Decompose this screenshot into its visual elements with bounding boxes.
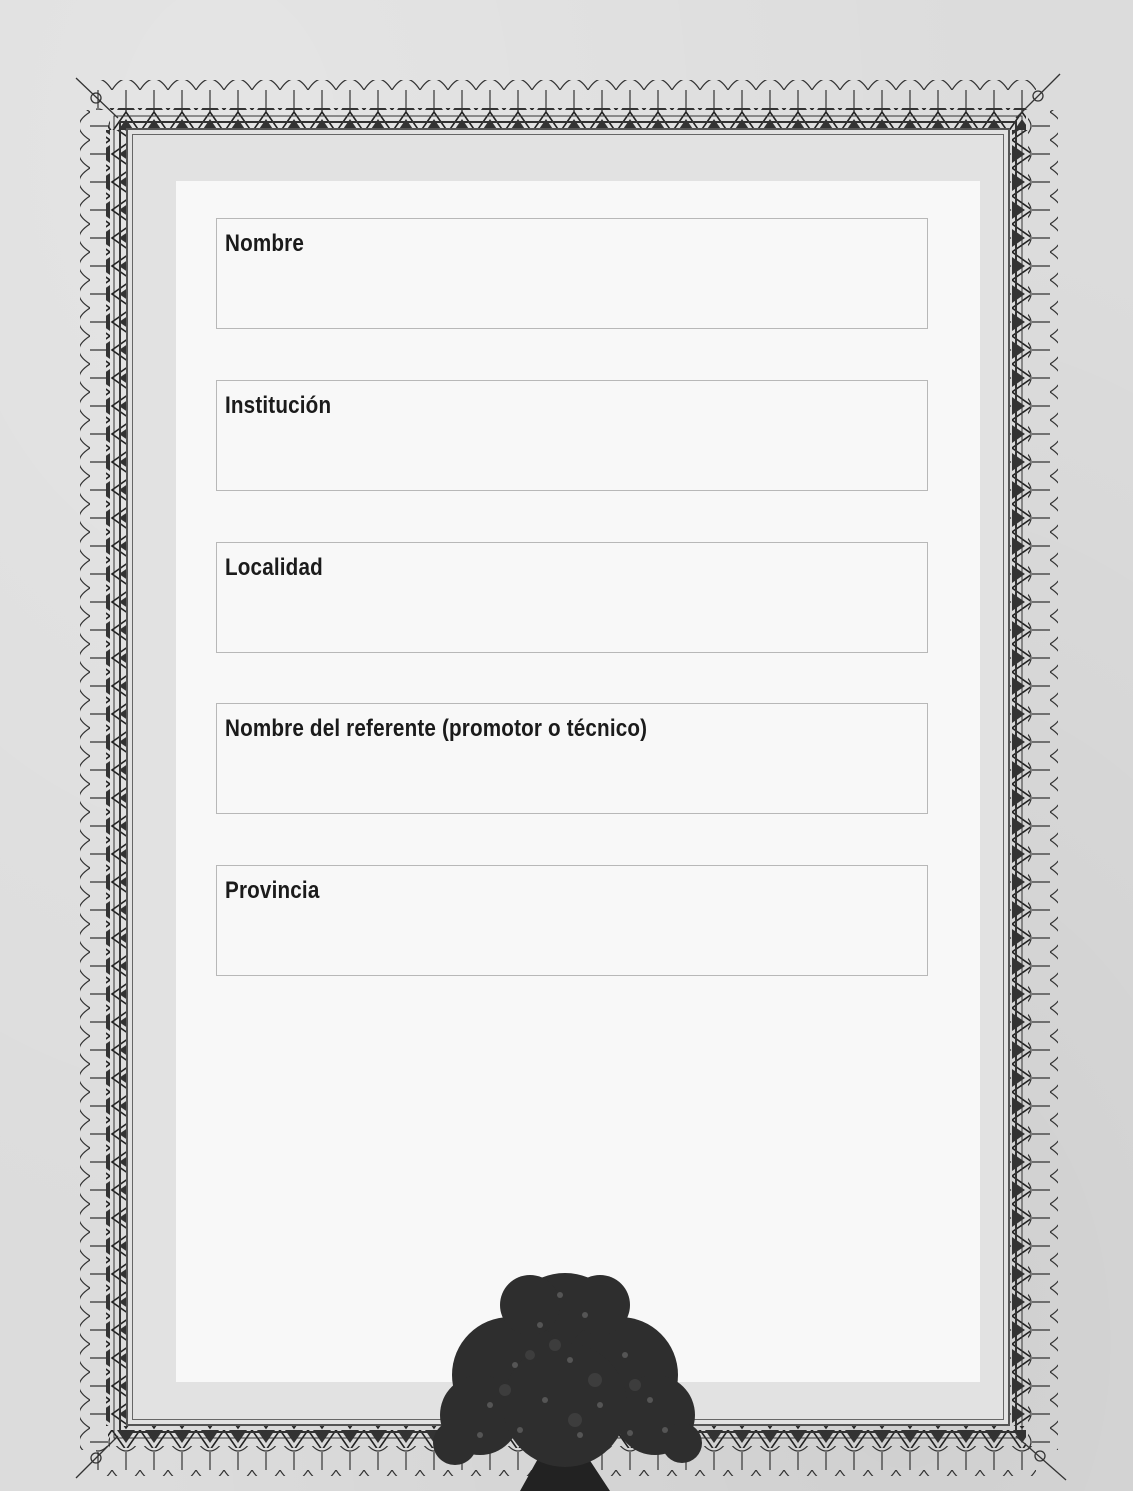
tree-icon	[433, 1273, 702, 1491]
provincia-label: Provincia	[225, 877, 320, 904]
institucion-label: Institución	[225, 392, 332, 419]
localidad-field[interactable]: Localidad	[216, 542, 928, 653]
localidad-label: Localidad	[225, 554, 323, 581]
referente-field[interactable]: Nombre del referente (promotor o técnico…	[216, 703, 928, 814]
nombre-field[interactable]: Nombre	[216, 218, 928, 329]
provincia-field[interactable]: Provincia	[216, 865, 928, 976]
institucion-field[interactable]: Institución	[216, 380, 928, 491]
referente-label: Nombre del referente (promotor o técnico…	[225, 715, 648, 742]
nombre-label: Nombre	[225, 230, 305, 257]
